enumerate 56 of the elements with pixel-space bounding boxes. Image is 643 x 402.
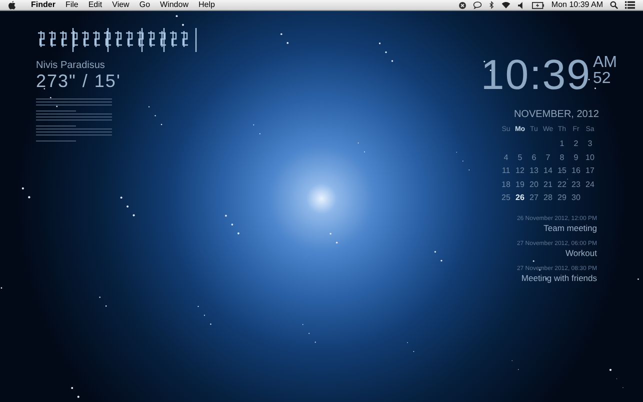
calendar-day[interactable]: 21 bbox=[541, 178, 555, 192]
calendar-day[interactable]: 8 bbox=[555, 150, 569, 164]
calendar-day[interactable]: 17 bbox=[583, 164, 597, 178]
calendar-day[interactable]: 3 bbox=[583, 137, 597, 151]
calendar-day[interactable]: 1 bbox=[555, 137, 569, 151]
menu-item[interactable]: Help bbox=[198, 1, 215, 9]
menu-item[interactable]: View bbox=[112, 1, 130, 9]
calendar-day[interactable]: 19 bbox=[513, 178, 527, 192]
search-icon[interactable] bbox=[610, 1, 618, 9]
clock-period: AM bbox=[593, 55, 617, 71]
calendar-day[interactable]: 18 bbox=[499, 178, 513, 192]
location-title: Nivis Paradisus bbox=[36, 61, 106, 71]
calendar-day[interactable]: 7 bbox=[541, 150, 555, 164]
calendar-day[interactable]: 24 bbox=[583, 178, 597, 192]
clock-time: 10:39 bbox=[480, 54, 591, 96]
volume-icon[interactable] bbox=[518, 2, 526, 8]
calendar-day[interactable]: 29 bbox=[555, 191, 569, 205]
calendar-day[interactable]: 11 bbox=[499, 164, 513, 178]
app-menu[interactable]: Finder bbox=[31, 1, 56, 9]
calendar-day[interactable]: 4 bbox=[499, 150, 513, 164]
list-icon[interactable] bbox=[625, 1, 635, 9]
menu-item[interactable]: Window bbox=[160, 1, 188, 9]
calendar-day[interactable]: 20 bbox=[527, 178, 541, 192]
calendar-day[interactable]: 27 bbox=[527, 191, 541, 205]
calendar-day[interactable]: 30 bbox=[569, 191, 583, 205]
calendar-day[interactable]: 12 bbox=[513, 164, 527, 178]
calendar-day[interactable]: 26 bbox=[513, 191, 527, 205]
calendar-day[interactable]: 9 bbox=[569, 150, 583, 164]
menu-item[interactable]: Go bbox=[139, 1, 150, 9]
event-title: Meeting with friends bbox=[521, 272, 597, 284]
event-title: Workout bbox=[566, 248, 597, 259]
calendar-day[interactable]: 14 bbox=[541, 164, 555, 178]
clock-seconds: 52 bbox=[593, 71, 612, 87]
battery-icon[interactable] bbox=[532, 2, 544, 8]
calendar-day[interactable]: 13 bbox=[527, 164, 541, 178]
status-icon[interactable] bbox=[459, 2, 466, 8]
calendar-day[interactable]: 25 bbox=[499, 191, 513, 205]
bluetooth-icon[interactable] bbox=[489, 1, 494, 9]
menu-item[interactable]: Edit bbox=[88, 1, 102, 9]
calendar-day[interactable]: 10 bbox=[583, 150, 597, 164]
calendar-day[interactable]: 2 bbox=[569, 137, 583, 151]
calendar-month: NOVEMBER, 2012 bbox=[514, 110, 599, 120]
apple-logo-icon[interactable] bbox=[8, 0, 16, 10]
chat-bubble-icon[interactable] bbox=[473, 1, 482, 9]
menu-item[interactable]: File bbox=[65, 1, 78, 9]
calendar-day[interactable]: 23 bbox=[569, 178, 583, 192]
menu-bar-clock[interactable]: Mon 10:39 AM bbox=[551, 1, 603, 9]
calendar-day[interactable]: 16 bbox=[569, 164, 583, 178]
calendar-day[interactable]: 6 bbox=[527, 150, 541, 164]
wifi-icon[interactable] bbox=[501, 1, 512, 9]
calendar-day[interactable]: 28 bbox=[541, 191, 555, 205]
calendar-day[interactable]: 5 bbox=[513, 150, 527, 164]
calendar-day[interactable]: 15 bbox=[555, 164, 569, 178]
coordinates-text: 273" / 15' bbox=[36, 72, 122, 90]
calendar-day[interactable]: 22 bbox=[555, 178, 569, 192]
event-title: Team meeting bbox=[544, 222, 597, 234]
